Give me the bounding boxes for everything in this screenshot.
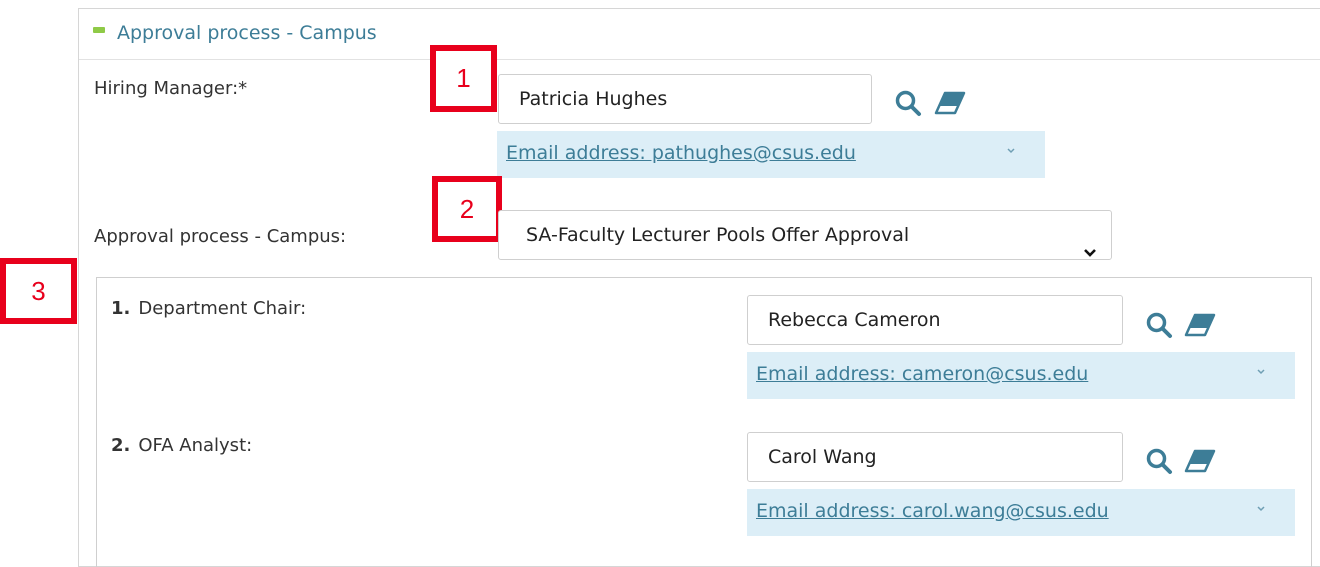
approver-1-number: 1.: [111, 298, 131, 319]
approver-1-label: 1. Department Chair:: [111, 298, 306, 319]
approver-2-label: 2. OFA Analyst:: [111, 435, 252, 456]
approver-2-email-link[interactable]: Email address: carol.wang@csus.edu: [756, 500, 1109, 522]
approver-2-input[interactable]: Carol Wang: [747, 432, 1123, 482]
hiring-manager-input[interactable]: Patricia Hughes: [498, 74, 872, 124]
approver-2-role: OFA Analyst:: [138, 435, 253, 456]
hiring-manager-email-link[interactable]: Email address: pathughes@csus.edu: [506, 142, 856, 164]
callout-1: 1: [430, 45, 497, 112]
search-icon[interactable]: [1145, 311, 1173, 339]
approver-2-email-bar[interactable]: Email address: carol.wang@csus.edu: [747, 489, 1295, 536]
search-icon[interactable]: [894, 89, 922, 117]
eraser-icon[interactable]: [1184, 311, 1216, 339]
collapse-icon[interactable]: [93, 27, 105, 33]
hiring-manager-email-bar[interactable]: Email address: pathughes@csus.edu: [497, 131, 1045, 178]
eraser-icon[interactable]: [1184, 447, 1216, 475]
approver-1-email-bar[interactable]: Email address: cameron@csus.edu: [747, 352, 1295, 399]
approval-process-selected: SA-Faculty Lecturer Pools Offer Approval: [526, 224, 910, 246]
chevron-down-icon[interactable]: [1004, 143, 1018, 157]
approver-1-input[interactable]: Rebecca Cameron: [747, 295, 1123, 345]
hiring-manager-label: Hiring Manager:*: [94, 78, 248, 99]
callout-3: 3: [0, 258, 77, 324]
approval-process-select[interactable]: SA-Faculty Lecturer Pools Offer Approval: [498, 210, 1112, 260]
chevron-down-icon[interactable]: [1254, 501, 1268, 515]
eraser-icon[interactable]: [934, 89, 966, 117]
chevron-down-icon: [1083, 229, 1097, 257]
approval-process-label: Approval process - Campus:: [94, 226, 347, 247]
approver-2-number: 2.: [111, 435, 131, 456]
search-icon[interactable]: [1145, 447, 1173, 475]
approver-1-role: Department Chair:: [138, 298, 307, 319]
approver-1-email-link[interactable]: Email address: cameron@csus.edu: [756, 363, 1088, 385]
callout-2: 2: [432, 176, 502, 242]
panel-title: Approval process - Campus: [117, 22, 377, 44]
chevron-down-icon[interactable]: [1254, 364, 1268, 378]
panel-header[interactable]: Approval process - Campus: [79, 9, 1320, 60]
